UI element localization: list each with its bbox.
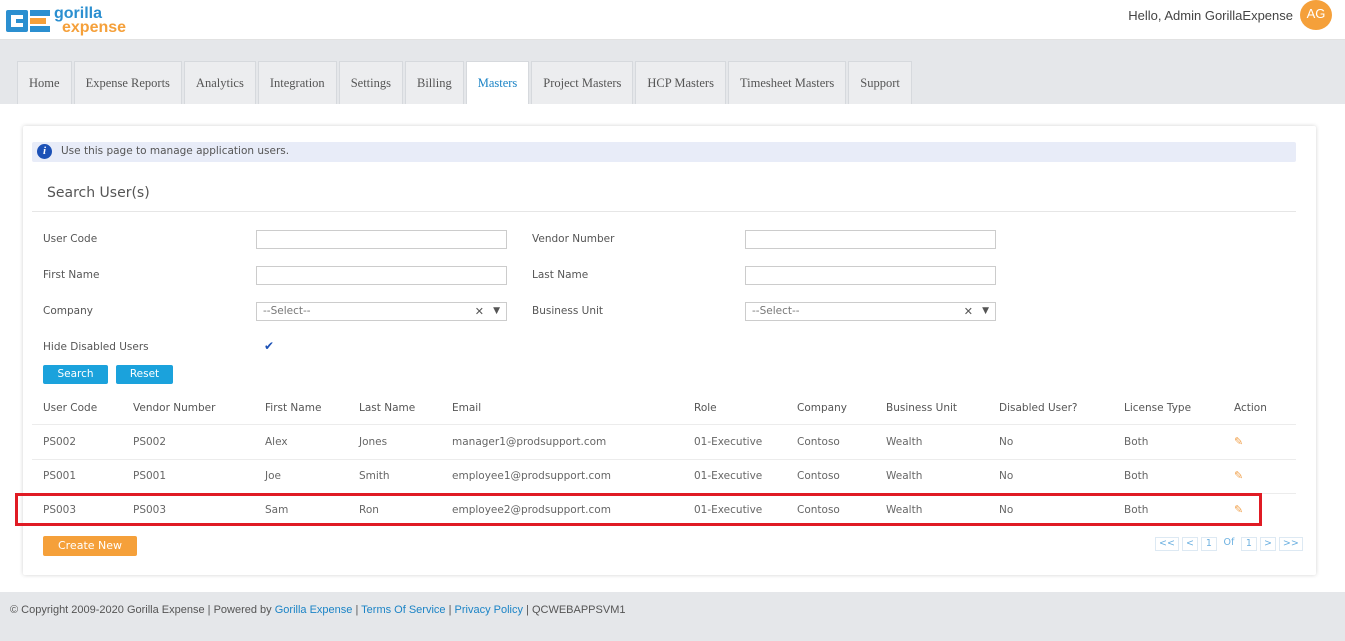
tab-billing[interactable]: Billing — [404, 61, 464, 104]
footer-copyright: © Copyright 2009-2020 Gorilla Expense | … — [10, 604, 275, 616]
hide-disabled-users-label: Hide Disabled Users — [43, 341, 149, 353]
tab-masters[interactable]: Masters — [465, 61, 530, 104]
total-pages: 1 — [1240, 537, 1257, 551]
info-icon: i — [37, 144, 52, 159]
cell-business-unit: Wealth — [886, 470, 923, 482]
privacy-policy-link[interactable]: Privacy Policy — [455, 604, 523, 616]
col-last-name[interactable]: Last Name — [359, 402, 415, 414]
cell-user-code: PS002 — [43, 436, 77, 448]
last-page-button[interactable]: >> — [1278, 537, 1303, 551]
chevron-down-icon[interactable]: ▼ — [493, 303, 500, 320]
server-name: | QCWEBAPPSVM1 — [522, 604, 626, 616]
tab-timesheet-masters[interactable]: Timesheet Masters — [727, 61, 847, 104]
search-section-title: Search User(s) — [47, 185, 150, 201]
first-page-button[interactable]: << — [1155, 537, 1179, 551]
user-avatar[interactable]: AG — [1300, 0, 1332, 30]
edit-icon[interactable]: ✎ — [1234, 470, 1246, 482]
edit-icon[interactable]: ✎ — [1234, 436, 1246, 448]
clear-icon[interactable]: ✕ — [475, 303, 484, 320]
col-license-type[interactable]: License Type — [1124, 402, 1191, 414]
cell-first-name: Alex — [265, 436, 288, 448]
col-first-name[interactable]: First Name — [265, 402, 321, 414]
tab-analytics[interactable]: Analytics — [183, 61, 256, 104]
cell-last-name: Smith — [359, 470, 390, 482]
info-text: Use this page to manage application user… — [61, 145, 290, 157]
company-select[interactable]: --Select-- ✕ ▼ — [256, 302, 507, 321]
last-name-label: Last Name — [532, 269, 589, 281]
tab-hcp-masters[interactable]: HCP Masters — [635, 61, 726, 104]
page-of-label: Of — [1219, 537, 1238, 551]
top-header: gorilla expense Hello, Admin GorillaExpe… — [0, 0, 1345, 40]
tab-expense-reports[interactable]: Expense Reports — [73, 61, 182, 104]
cell-business-unit: Wealth — [886, 436, 923, 448]
col-disabled-user[interactable]: Disabled User? — [999, 402, 1077, 414]
cell-vendor-number: PS001 — [133, 470, 167, 482]
cell-role: 01-Executive — [694, 470, 763, 482]
chevron-down-icon[interactable]: ▼ — [982, 303, 989, 320]
cell-last-name: Jones — [359, 436, 388, 448]
col-user-code[interactable]: User Code — [43, 402, 97, 414]
col-business-unit[interactable]: Business Unit — [886, 402, 957, 414]
cell-email: manager1@prodsupport.com — [452, 436, 607, 448]
footer-separator: | — [445, 604, 455, 616]
company-label: Company — [43, 305, 93, 317]
clear-icon[interactable]: ✕ — [964, 303, 973, 320]
tab-home[interactable]: Home — [17, 61, 72, 104]
company-select-value: --Select-- — [263, 305, 311, 317]
cell-user-code: PS001 — [43, 470, 77, 482]
logo-wordmark: gorilla expense — [54, 6, 127, 36]
row-divider — [32, 459, 1296, 460]
main-tabs: Home Expense Reports Analytics Integrati… — [17, 61, 914, 104]
pagination: << < 1 Of 1 > >> — [1152, 537, 1303, 551]
terms-of-service-link[interactable]: Terms Of Service — [361, 604, 445, 616]
tab-settings[interactable]: Settings — [338, 61, 403, 104]
user-code-input[interactable] — [256, 230, 507, 249]
business-unit-select[interactable]: --Select-- ✕ ▼ — [745, 302, 996, 321]
current-page[interactable]: 1 — [1200, 537, 1217, 551]
tab-project-masters[interactable]: Project Masters — [531, 61, 634, 104]
col-email[interactable]: Email — [452, 402, 481, 414]
footer-separator: | — [352, 604, 362, 616]
reset-button[interactable]: Reset — [116, 365, 173, 384]
cell-role: 01-Executive — [694, 436, 763, 448]
info-banner: i Use this page to manage application us… — [32, 142, 1296, 162]
col-vendor-number[interactable]: Vendor Number — [133, 402, 215, 414]
next-page-button[interactable]: > — [1259, 537, 1276, 551]
tab-integration[interactable]: Integration — [257, 61, 337, 104]
gorilla-expense-logo[interactable]: gorilla expense — [6, 5, 136, 37]
first-name-label: First Name — [43, 269, 100, 281]
row-divider — [32, 424, 1296, 425]
hide-disabled-users-checkbox[interactable]: ✔ — [264, 340, 276, 352]
business-unit-label: Business Unit — [532, 305, 604, 317]
cell-license-type: Both — [1124, 470, 1149, 482]
col-company[interactable]: Company — [797, 402, 847, 414]
col-role[interactable]: Role — [694, 402, 717, 414]
cell-company: Contoso — [797, 436, 840, 448]
cell-vendor-number: PS002 — [133, 436, 167, 448]
cell-email: employee1@prodsupport.com — [452, 470, 611, 482]
cell-license-type: Both — [1124, 436, 1149, 448]
prev-page-button[interactable]: < — [1181, 537, 1198, 551]
logo-bottom-text: expense — [62, 19, 127, 36]
powered-by-link[interactable]: Gorilla Expense — [275, 604, 353, 616]
cell-company: Contoso — [797, 470, 840, 482]
footer: © Copyright 2009-2020 Gorilla Expense | … — [0, 604, 1345, 616]
last-name-input[interactable] — [745, 266, 996, 285]
vendor-number-label: Vendor Number — [532, 233, 615, 245]
section-divider — [32, 211, 1296, 212]
cell-first-name: Joe — [265, 470, 281, 482]
business-unit-select-value: --Select-- — [752, 305, 800, 317]
highlighted-row-outline — [15, 493, 1262, 526]
cell-disabled-user: No — [999, 470, 1014, 482]
first-name-input[interactable] — [256, 266, 507, 285]
greeting-text: Hello, Admin GorillaExpense — [1128, 8, 1293, 23]
search-button[interactable]: Search — [43, 365, 108, 384]
cell-disabled-user: No — [999, 436, 1014, 448]
create-new-button[interactable]: Create New — [43, 536, 137, 556]
logo-mark-icon — [6, 10, 50, 32]
col-action: Action — [1234, 402, 1267, 414]
vendor-number-input[interactable] — [745, 230, 996, 249]
user-code-label: User Code — [43, 233, 98, 245]
tab-support[interactable]: Support — [848, 61, 912, 104]
